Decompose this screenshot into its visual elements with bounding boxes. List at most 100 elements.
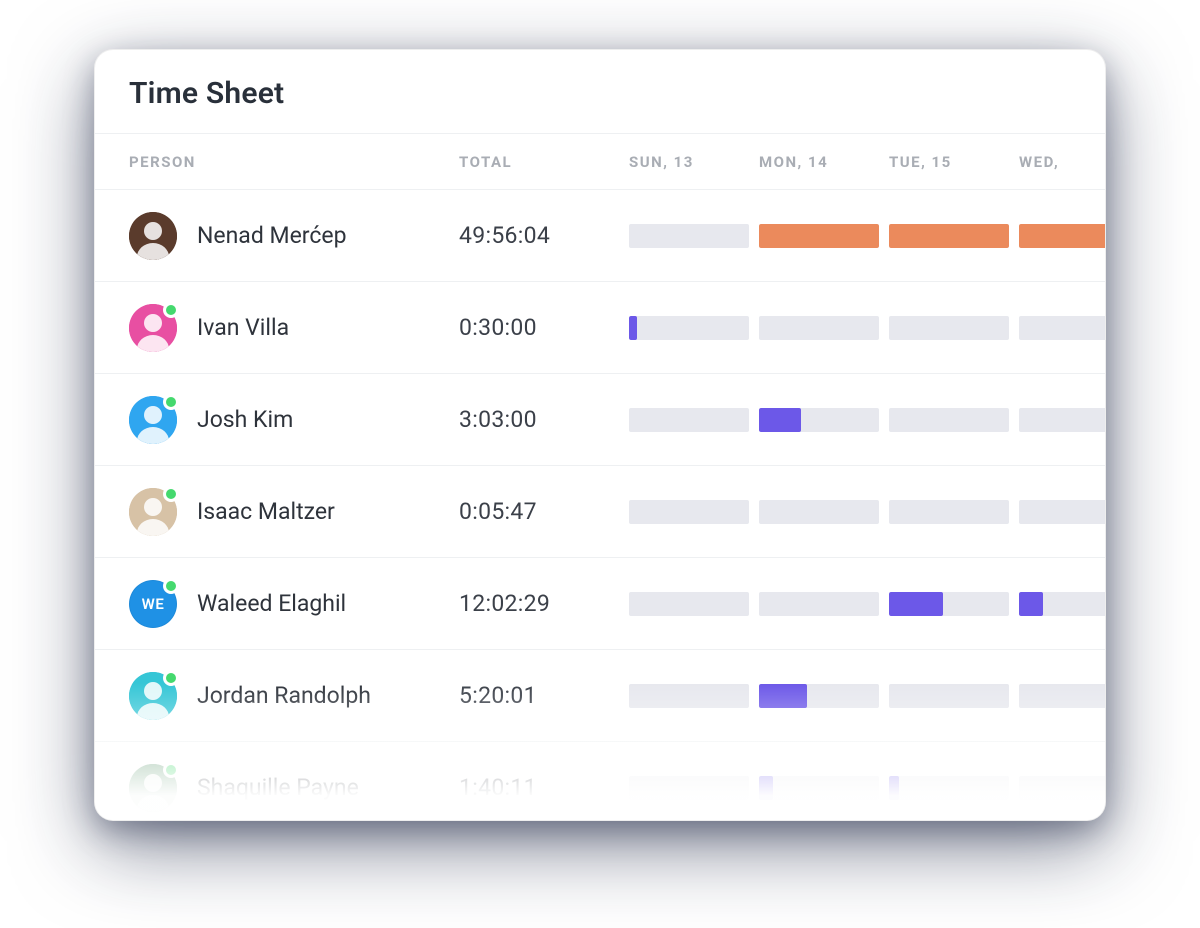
time-bar: [889, 316, 1009, 340]
day-cell[interactable]: [1019, 684, 1105, 708]
table-row[interactable]: Nenad Merćep 49:56:04: [95, 189, 1105, 281]
day-cell[interactable]: [759, 316, 889, 340]
avatar[interactable]: [129, 304, 177, 352]
time-bar-fill: [889, 776, 899, 800]
time-bar-fill: [889, 224, 1009, 248]
day-cell[interactable]: [629, 684, 759, 708]
column-header-day-3[interactable]: Wed,: [1019, 153, 1105, 171]
person-cell: Nenad Merćep: [129, 212, 459, 260]
column-header-day-0[interactable]: Sun, 13: [629, 153, 759, 171]
column-header-day-1[interactable]: Mon, 14: [759, 153, 889, 171]
time-bar: [759, 408, 879, 432]
column-header-total[interactable]: Total: [459, 153, 629, 171]
day-cell[interactable]: [889, 776, 1019, 800]
time-bar: [1019, 500, 1105, 524]
person-name: Jordan Randolph: [197, 682, 371, 709]
total-time: 0:05:47: [459, 498, 629, 525]
person-name: Isaac Maltzer: [197, 498, 335, 525]
total-time: 5:20:01: [459, 682, 629, 709]
table-row[interactable]: Jordan Randolph 5:20:01: [95, 649, 1105, 741]
avatar[interactable]: WE: [129, 580, 177, 628]
table-row[interactable]: Shaquille Payne 1:40:11: [95, 741, 1105, 820]
time-bar: [889, 592, 1009, 616]
day-cell[interactable]: [629, 776, 759, 800]
time-bar: [889, 776, 1009, 800]
day-cell[interactable]: [1019, 408, 1105, 432]
time-bar: [889, 224, 1009, 248]
person-name: Nenad Merćep: [197, 222, 347, 249]
time-bar-fill: [759, 776, 773, 800]
person-cell: Isaac Maltzer: [129, 488, 459, 536]
day-cell[interactable]: [1019, 316, 1105, 340]
day-cell[interactable]: [629, 224, 759, 248]
presence-indicator-icon: [163, 302, 179, 318]
time-bar: [629, 224, 749, 248]
time-bar: [889, 500, 1009, 524]
avatar[interactable]: [129, 396, 177, 444]
presence-indicator-icon: [163, 394, 179, 410]
table-row[interactable]: WE Waleed Elaghil 12:02:29: [95, 557, 1105, 649]
time-bar: [629, 684, 749, 708]
day-cell[interactable]: [759, 408, 889, 432]
person-name: Ivan Villa: [197, 314, 289, 341]
day-cell[interactable]: [889, 316, 1019, 340]
day-cell[interactable]: [1019, 224, 1105, 248]
time-bar: [1019, 592, 1105, 616]
day-cell[interactable]: [889, 224, 1019, 248]
person-cell: Shaquille Payne: [129, 764, 459, 812]
person-cell: Jordan Randolph: [129, 672, 459, 720]
day-cell[interactable]: [889, 592, 1019, 616]
day-cell[interactable]: [759, 224, 889, 248]
table-row[interactable]: Josh Kim3:03:00: [95, 373, 1105, 465]
column-header-day-2[interactable]: Tue, 15: [889, 153, 1019, 171]
total-time: 0:30:00: [459, 314, 629, 341]
person-name: Shaquille Payne: [197, 774, 359, 801]
time-bar: [759, 776, 879, 800]
avatar[interactable]: [129, 764, 177, 812]
day-cell[interactable]: [629, 592, 759, 616]
table-header-row: Person Total Sun, 13 Mon, 14 Tue, 15 Wed…: [95, 133, 1105, 189]
day-cell[interactable]: [759, 500, 889, 524]
timesheet-table: Person Total Sun, 13 Mon, 14 Tue, 15 Wed…: [95, 133, 1105, 820]
day-cell[interactable]: [1019, 776, 1105, 800]
day-cell[interactable]: [1019, 500, 1105, 524]
time-bar: [1019, 224, 1105, 248]
time-bar: [759, 684, 879, 708]
table-row[interactable]: Isaac Maltzer 0:05:47: [95, 465, 1105, 557]
day-cell[interactable]: [759, 776, 889, 800]
day-cell[interactable]: [759, 592, 889, 616]
day-cell[interactable]: [889, 500, 1019, 524]
time-bar-fill: [629, 316, 637, 340]
day-cell[interactable]: [629, 316, 759, 340]
time-bar: [889, 684, 1009, 708]
person-cell: Ivan Villa: [129, 304, 459, 352]
avatar[interactable]: [129, 212, 177, 260]
total-time: 12:02:29: [459, 590, 629, 617]
person-name: Josh Kim: [197, 406, 293, 433]
time-bar: [1019, 408, 1105, 432]
avatar[interactable]: [129, 488, 177, 536]
column-header-person[interactable]: Person: [129, 153, 459, 171]
day-cell[interactable]: [1019, 592, 1105, 616]
table-row[interactable]: Ivan Villa 0:30:00: [95, 281, 1105, 373]
time-bar: [759, 592, 879, 616]
time-bar: [1019, 316, 1105, 340]
person-cell: WE Waleed Elaghil: [129, 580, 459, 628]
day-cell[interactable]: [629, 500, 759, 524]
time-bar-fill: [759, 684, 807, 708]
time-bar: [629, 592, 749, 616]
time-bar: [759, 316, 879, 340]
time-bar-fill: [889, 592, 943, 616]
time-bar-fill: [759, 224, 879, 248]
day-cell[interactable]: [889, 684, 1019, 708]
time-bar: [629, 408, 749, 432]
presence-indicator-icon: [163, 578, 179, 594]
day-cell[interactable]: [629, 408, 759, 432]
person-name: Waleed Elaghil: [197, 590, 346, 617]
day-cell[interactable]: [889, 408, 1019, 432]
total-time: 49:56:04: [459, 222, 629, 249]
day-cell[interactable]: [759, 684, 889, 708]
total-time: 1:40:11: [459, 774, 629, 801]
avatar[interactable]: [129, 672, 177, 720]
time-bar: [629, 316, 749, 340]
